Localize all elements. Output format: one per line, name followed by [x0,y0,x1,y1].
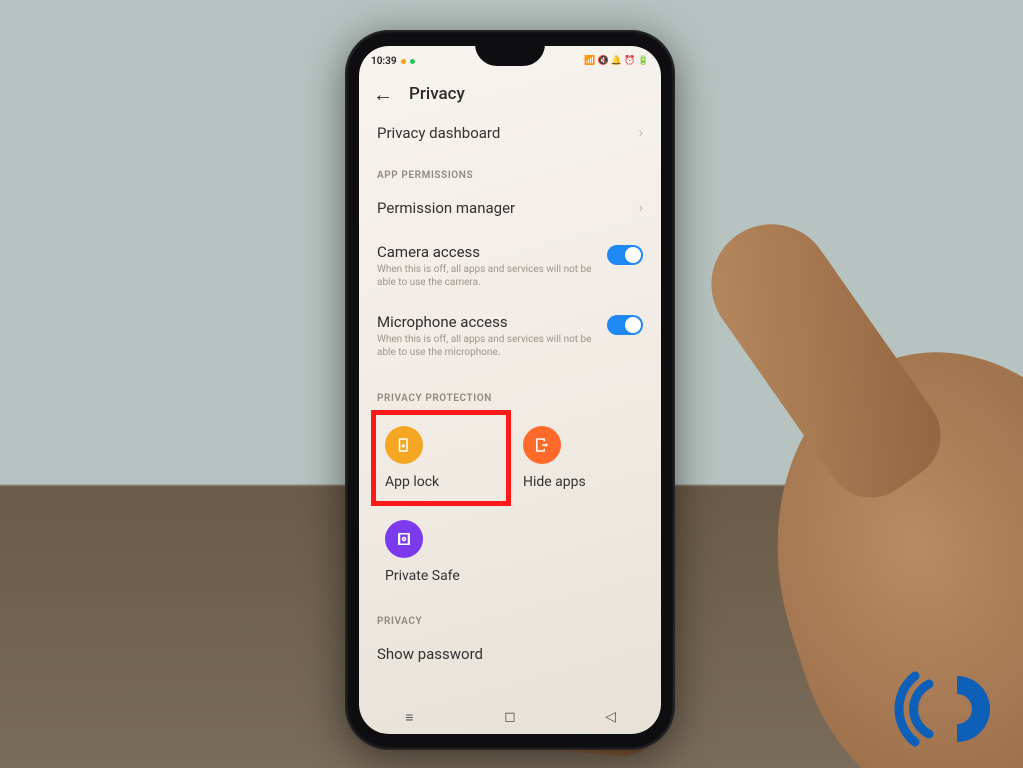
watermark-logo-icon [885,664,1005,754]
nav-recent-button[interactable]: ≡ [389,709,429,726]
settings-list: Privacy dashboard › APP PERMISSIONS Perm… [359,110,661,669]
status-right: 📶 🔇 🔔 ⏰ 🔋 [584,56,649,66]
tile-hide-apps[interactable]: Hide apps [515,416,643,500]
phone-device: 10:39 📶 🔇 🔔 ⏰ 🔋 ← Privacy Privacy dashbo… [345,30,675,750]
row-show-password[interactable]: Show password [363,631,657,669]
tile-app-lock[interactable]: App lock [377,416,505,500]
row-label: Privacy dashboard [377,124,500,142]
phone-screen: 10:39 📶 🔇 🔔 ⏰ 🔋 ← Privacy Privacy dashbo… [359,46,661,734]
row-label: Show password [377,645,483,663]
row-title: Camera access [377,243,597,261]
tile-private-safe[interactable]: Private Safe [377,510,505,594]
page-title: Privacy [409,84,465,104]
status-time: 10:39 [371,56,397,67]
camera-indicator-icon [410,59,415,64]
status-icons: 📶 🔇 🔔 ⏰ 🔋 [584,56,649,66]
row-permission-manager[interactable]: Permission manager › [363,185,657,231]
section-app-permissions: APP PERMISSIONS [363,156,657,185]
row-title: Microphone access [377,313,597,331]
tile-label: Private Safe [385,568,460,584]
hide-apps-icon [523,426,561,464]
private-safe-icon [385,520,423,558]
toggle-camera[interactable] [607,245,643,265]
tile-label: Hide apps [523,474,586,490]
section-privacy: PRIVACY [363,598,657,631]
tile-label: App lock [385,474,439,490]
status-left: 10:39 [371,56,415,67]
chevron-right-icon: › [639,200,643,216]
row-privacy-dashboard[interactable]: Privacy dashboard › [363,110,657,156]
row-label: Permission manager [377,199,515,217]
android-nav-bar: ≡ ◻ ◁ [359,700,661,734]
recording-indicator-icon [401,59,406,64]
row-camera-access[interactable]: Camera access When this is off, all apps… [363,231,657,301]
section-privacy-protection: PRIVACY PROTECTION [363,371,657,408]
nav-home-button[interactable]: ◻ [490,709,530,725]
scene-background: 10:39 📶 🔇 🔔 ⏰ 🔋 ← Privacy Privacy dashbo… [0,0,1023,768]
back-arrow-icon[interactable]: ← [373,84,393,104]
privacy-protection-tiles: App lock Hide apps Private Safe [363,408,657,598]
row-microphone-access[interactable]: Microphone access When this is off, all … [363,301,657,371]
toggle-microphone[interactable] [607,315,643,335]
app-lock-icon [385,426,423,464]
screen-header: ← Privacy [359,74,661,110]
row-subtitle: When this is off, all apps and services … [377,333,597,359]
chevron-right-icon: › [639,125,643,141]
nav-back-button[interactable]: ◁ [591,709,631,725]
row-subtitle: When this is off, all apps and services … [377,263,597,289]
